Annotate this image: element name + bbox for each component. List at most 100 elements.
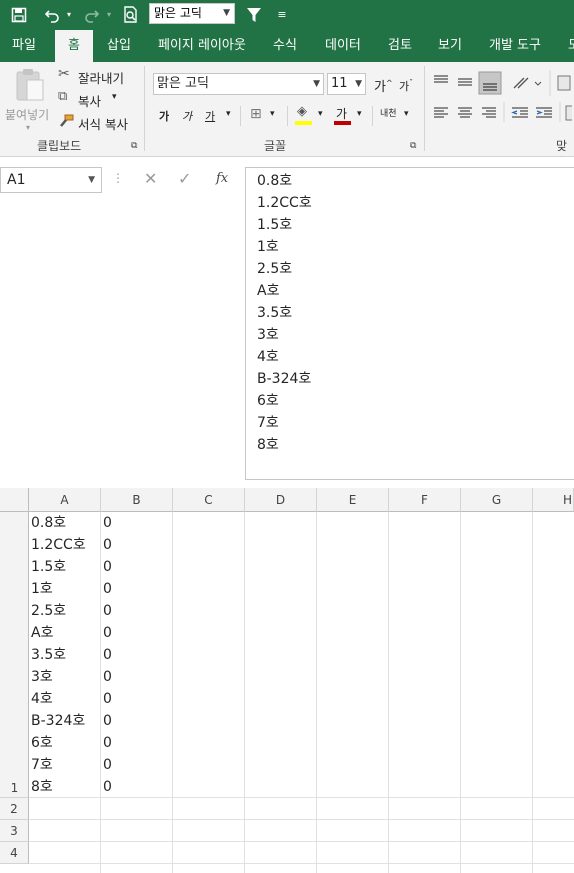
column-header-g[interactable]: G <box>461 488 533 512</box>
copy-label: 복사 <box>78 94 102 109</box>
formula-line: 6호 <box>257 393 279 409</box>
tab-help[interactable]: 도 <box>558 30 574 62</box>
name-box-value: A1 <box>7 172 26 188</box>
dialog-launcher-icon[interactable]: ⧉ <box>131 141 137 151</box>
column-header-c[interactable]: C <box>173 488 245 512</box>
qat-font-name: 맑은 고딕 <box>154 6 202 20</box>
gridline <box>29 863 574 864</box>
ribbon-separator <box>424 66 425 151</box>
row-header-4[interactable]: 4 <box>0 842 29 864</box>
formula-line: 3.5호 <box>257 305 293 321</box>
print-preview-icon[interactable] <box>121 4 141 26</box>
chevron-down-icon[interactable]: ▾ <box>404 109 409 119</box>
tab-view[interactable]: 보기 <box>428 30 472 62</box>
font-group-label: 글꼴 <box>264 139 287 153</box>
chevron-down-icon[interactable]: ▾ <box>226 109 231 119</box>
save-icon[interactable] <box>8 4 30 26</box>
underline-button[interactable]: 가 <box>205 108 215 124</box>
formula-line: B-324호 <box>257 371 312 387</box>
select-all-button[interactable] <box>0 488 29 512</box>
column-header-d[interactable]: D <box>245 488 317 512</box>
fill-color-button[interactable]: ◈ <box>295 104 315 126</box>
tab-page-layout[interactable]: 페이지 레이아웃 <box>148 30 256 62</box>
phonetic-button[interactable]: 내천 <box>380 106 397 119</box>
column-header-a[interactable]: A <box>29 488 101 512</box>
column-header-h[interactable]: H <box>533 488 574 512</box>
tab-data[interactable]: 데이터 <box>315 30 371 62</box>
font-name-value: 맑은 고딕 <box>157 76 209 91</box>
tab-review[interactable]: 검토 <box>378 30 422 62</box>
font-size-select[interactable]: 11 ▼ <box>327 73 366 95</box>
redo-dropdown-icon[interactable]: ▾ <box>104 4 114 26</box>
cell-line: 0 <box>103 779 112 795</box>
right-align-icon <box>482 107 496 118</box>
font-name-select[interactable]: 맑은 고딕 ▼ <box>153 73 324 95</box>
border-icon[interactable]: ⊞ <box>250 106 262 122</box>
formula-input[interactable]: 0.8호 1.2CC호 1.5호 1호 2.5호 A호 3.5호 3호 4호 B… <box>245 167 574 480</box>
cell-line: A호 <box>31 625 54 641</box>
formula-line: 3호 <box>257 327 279 343</box>
paste-button[interactable]: 붙여넣기 ▾ <box>5 68 50 134</box>
filter-icon[interactable] <box>243 4 265 26</box>
customize-qat-icon[interactable]: ≡ <box>276 4 288 26</box>
cell-line: 0 <box>103 735 112 751</box>
cancel-icon[interactable]: ✕ <box>144 169 157 188</box>
undo-icon[interactable] <box>42 4 62 26</box>
column-header-b[interactable]: B <box>101 488 173 512</box>
row-header-3[interactable]: 3 <box>0 820 29 842</box>
copy-icon: ⧉ <box>58 89 68 104</box>
redo-icon[interactable] <box>82 4 102 26</box>
cell-line: 8호 <box>31 779 53 795</box>
formula-line: 8호 <box>257 437 279 453</box>
middle-align-icon <box>458 78 472 86</box>
cell-b1[interactable]: 0 0 0 0 0 0 0 0 0 0 0 0 0 <box>101 512 172 797</box>
row-header-1[interactable]: 1 <box>0 512 29 798</box>
tab-developer[interactable]: 개발 도구 <box>479 30 551 62</box>
column-header-e[interactable]: E <box>317 488 389 512</box>
format-painter-label: 서식 복사 <box>78 117 128 132</box>
undo-dropdown-icon[interactable]: ▾ <box>64 4 74 26</box>
cell-line: 0 <box>103 625 112 641</box>
name-box[interactable]: A1 ▼ <box>0 167 102 193</box>
column-header-f[interactable]: F <box>389 488 461 512</box>
shrink-font-button[interactable]: 가ˇ <box>399 78 413 94</box>
tab-home[interactable]: 홈 <box>55 30 93 62</box>
italic-button[interactable]: 가 <box>182 108 192 124</box>
format-painter-icon <box>60 114 74 127</box>
fill-color-swatch <box>295 121 312 125</box>
worksheet-grid: A B C D E F G H 1 2 3 4 0.8호 1.2CC호 1.5호… <box>0 488 574 873</box>
ribbon-separator <box>144 66 145 151</box>
font-color-label: 가 <box>336 107 348 121</box>
tab-insert[interactable]: 삽입 <box>97 30 141 62</box>
grow-font-button[interactable]: 가^ <box>374 76 393 95</box>
chevron-down-icon: ▼ <box>88 175 95 185</box>
dialog-launcher-icon[interactable]: ⧉ <box>410 141 416 151</box>
grow-font-label: 가 <box>374 80 386 95</box>
ribbon-separator <box>372 106 373 126</box>
row-header-2[interactable]: 2 <box>0 798 29 820</box>
bold-button[interactable]: 가 <box>159 108 169 124</box>
chevron-down-icon[interactable]: ▾ <box>318 109 323 119</box>
chevron-down-icon: ▼ <box>223 8 230 18</box>
enter-icon[interactable]: ✓ <box>178 169 191 188</box>
qat-font-select[interactable]: 맑은 고딕 ▼ <box>149 3 235 24</box>
paint-bucket-icon: ◈ <box>297 104 307 119</box>
copy-button[interactable]: ⧉ 복사 ▾ <box>58 89 128 109</box>
cell-line: 3.5호 <box>31 647 67 663</box>
cut-button[interactable]: ✂ 잘라내기 <box>58 66 130 86</box>
ribbon-separator <box>240 106 241 126</box>
cell-line: 4호 <box>31 691 53 707</box>
cell-line: 0 <box>103 515 112 531</box>
cell-a1[interactable]: 0.8호 1.2CC호 1.5호 1호 2.5호 A호 3.5호 3호 4호 B… <box>29 512 100 797</box>
gridline <box>29 841 574 842</box>
chevron-down-icon[interactable]: ▾ <box>357 109 362 119</box>
left-align-icon <box>434 107 448 118</box>
formula-line: 1.5호 <box>257 217 293 233</box>
font-color-button[interactable]: 가 <box>334 104 354 126</box>
format-painter-button[interactable]: 서식 복사 <box>58 112 132 132</box>
tab-file[interactable]: 파일 <box>2 30 46 62</box>
chevron-down-icon[interactable]: ▾ <box>270 109 275 119</box>
ribbon-separator <box>287 106 288 126</box>
insert-function-icon[interactable]: fx <box>216 171 228 186</box>
tab-formulas[interactable]: 수식 <box>263 30 307 62</box>
